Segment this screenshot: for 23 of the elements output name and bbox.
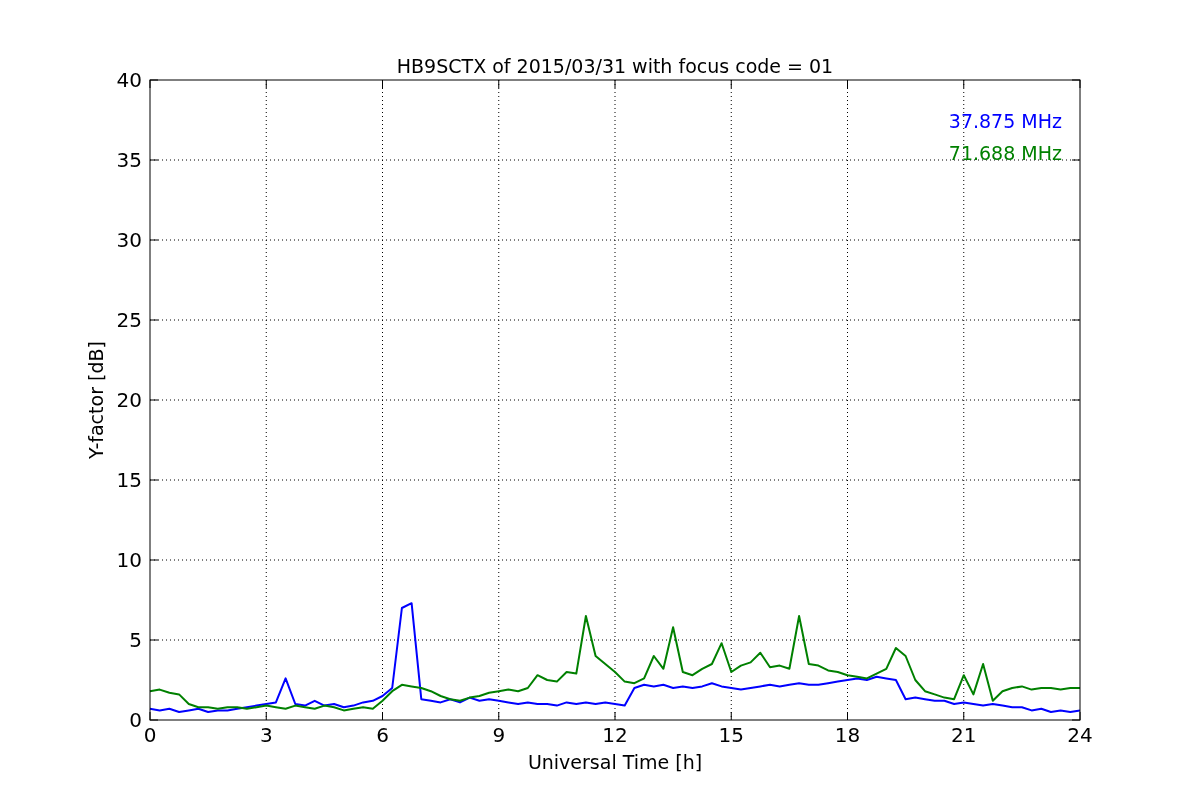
- chart-title: HB9SCTX of 2015/03/31 with focus code = 01: [396, 55, 834, 77]
- x-tick-label: 12: [602, 723, 628, 747]
- x-tick-label: 21: [951, 723, 977, 747]
- y-tick-label: 40: [116, 68, 142, 92]
- y-axis-label: Y-factor [dB]: [85, 341, 107, 459]
- x-tick-label: 15: [718, 723, 744, 747]
- y-tick-label: 25: [116, 308, 142, 332]
- y-tick-label: 20: [116, 388, 142, 412]
- x-tick-label: 6: [376, 723, 389, 747]
- x-tick-label: 3: [259, 723, 273, 747]
- y-tick-label: 5: [129, 628, 142, 652]
- x-tick-label: 0: [143, 723, 157, 747]
- y-tick-label: 0: [129, 708, 142, 732]
- x-tick-label: 24: [1067, 723, 1093, 747]
- x-tick-label: 18: [834, 723, 861, 747]
- y-tick-label: 35: [116, 148, 142, 172]
- x-axis-label: Universal Time [h]: [527, 751, 703, 773]
- legend-label: 37.875 MHz: [948, 110, 1062, 132]
- y-tick-label: 15: [116, 468, 142, 492]
- y-tick-label: 10: [116, 548, 142, 572]
- y-tick-label: 30: [116, 228, 142, 252]
- legend-label: 71.688 MHz: [948, 142, 1062, 164]
- x-tick-label: 9: [492, 723, 506, 747]
